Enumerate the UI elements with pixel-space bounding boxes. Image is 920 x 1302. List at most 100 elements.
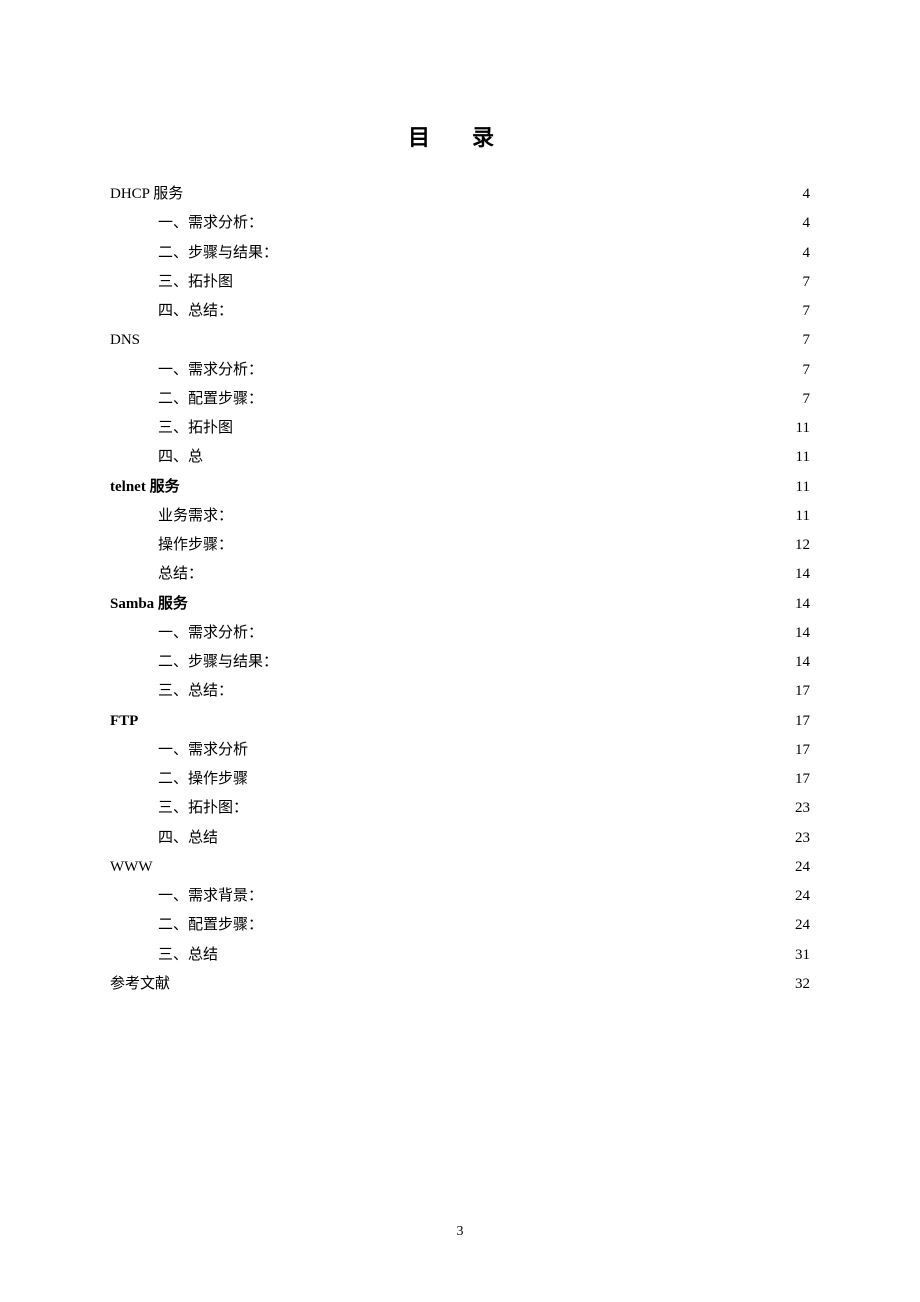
toc-entry-label: 一、需求背景： <box>158 882 263 911</box>
toc-entry-label: 业务需求： <box>158 502 233 531</box>
toc-leader-dots <box>205 563 793 578</box>
toc-entry-label: 三、拓扑图： <box>158 794 248 823</box>
toc-entry-label: 操作步骤： <box>158 531 233 560</box>
toc-leader-dots <box>172 973 793 988</box>
toc-leader-dots <box>265 359 800 374</box>
toc-entry-label: 一、需求分析： <box>158 209 263 238</box>
toc-entry-page: 4 <box>803 209 811 238</box>
toc-leader-dots <box>235 534 793 549</box>
toc-entry-label: 一、需求分析： <box>158 356 263 385</box>
toc-leader-dots <box>190 593 793 608</box>
toc-leader-dots <box>265 212 800 227</box>
toc-leader-dots <box>250 797 793 812</box>
toc-title: 目 录 <box>110 120 810 152</box>
document-page: 目 录 DHCP 服务4一、需求分析：4二、步骤与结果：4三、拓扑图7四、总结：… <box>0 0 920 1302</box>
toc-entry-page: 24 <box>795 853 810 882</box>
toc-entry-label: 三、拓扑图 <box>158 414 233 443</box>
toc-entry: 参考文献 32 <box>110 970 810 999</box>
toc-entry-page: 24 <box>795 911 810 940</box>
toc-entry: 二、操作步骤17 <box>110 765 810 794</box>
toc-entry-label: 总结： <box>158 560 203 589</box>
toc-entry-label: telnet 服务 <box>110 473 180 502</box>
toc-entry-label: 二、步骤与结果： <box>158 239 278 268</box>
toc-entry: WWW 24 <box>110 853 810 882</box>
toc-entry-page: 14 <box>795 560 810 589</box>
toc-entry: 一、需求背景： 24 <box>110 882 810 911</box>
toc-list: DHCP 服务4一、需求分析：4二、步骤与结果：4三、拓扑图7四、总结：7DNS… <box>110 180 810 999</box>
toc-leader-dots <box>235 271 800 286</box>
toc-entry: 二、步骤与结果： 4 <box>110 239 810 268</box>
toc-entry: 操作步骤： 12 <box>110 531 810 560</box>
toc-entry-label: 三、拓扑图 <box>158 268 233 297</box>
toc-entry-label: 四、总结： <box>158 297 233 326</box>
toc-entry-label: WWW <box>110 853 152 882</box>
toc-entry-page: 23 <box>795 794 810 823</box>
toc-leader-dots <box>250 768 793 783</box>
toc-entry: 一、需求分析17 <box>110 736 810 765</box>
toc-leader-dots <box>235 505 794 520</box>
toc-entry-page: 11 <box>796 473 810 502</box>
toc-entry: 四、总结：7 <box>110 297 810 326</box>
toc-entry: 三、总结： 17 <box>110 677 810 706</box>
toc-leader-dots <box>265 388 800 403</box>
toc-entry-page: 7 <box>803 356 811 385</box>
toc-entry: 四、总结 23 <box>110 824 810 853</box>
toc-leader-dots <box>250 739 793 754</box>
toc-entry-page: 14 <box>795 590 810 619</box>
toc-entry-label: 四、总 <box>158 443 203 472</box>
toc-entry-page: 11 <box>796 414 810 443</box>
toc-leader-dots <box>142 329 800 344</box>
toc-entry: 三、拓扑图7 <box>110 268 810 297</box>
toc-entry: 一、需求分析： 4 <box>110 209 810 238</box>
toc-leader-dots <box>185 183 800 198</box>
toc-entry-page: 7 <box>803 385 811 414</box>
toc-leader-dots <box>140 710 793 725</box>
toc-entry-label: 二、配置步骤： <box>158 385 263 414</box>
toc-entry: 四、总 11 <box>110 443 810 472</box>
toc-leader-dots <box>235 300 800 315</box>
toc-entry-page: 11 <box>796 502 810 531</box>
toc-entry-label: 一、需求分析： <box>158 619 263 648</box>
toc-entry-page: 17 <box>795 677 810 706</box>
toc-entry: 一、需求分析： 14 <box>110 619 810 648</box>
page-number: 3 <box>0 1224 920 1240</box>
toc-entry-page: 17 <box>795 736 810 765</box>
toc-leader-dots <box>235 680 793 695</box>
toc-entry: 业务需求： 11 <box>110 502 810 531</box>
toc-entry-page: 14 <box>795 619 810 648</box>
toc-entry-page: 17 <box>795 707 810 736</box>
toc-leader-dots <box>280 242 800 257</box>
toc-entry-page: 7 <box>803 326 811 355</box>
toc-leader-dots <box>220 944 793 959</box>
toc-leader-dots <box>182 476 794 491</box>
toc-entry: 三、拓扑图： 23 <box>110 794 810 823</box>
toc-entry-label: 参考文献 <box>110 970 170 999</box>
toc-entry-page: 12 <box>795 531 810 560</box>
toc-entry-label: 三、总结： <box>158 677 233 706</box>
toc-entry: 一、需求分析： 7 <box>110 356 810 385</box>
toc-entry-label: 二、配置步骤： <box>158 911 263 940</box>
toc-entry-label: DHCP 服务 <box>110 180 183 209</box>
toc-entry-label: DNS <box>110 326 140 355</box>
toc-entry-label: 二、步骤与结果： <box>158 648 278 677</box>
toc-leader-dots <box>280 651 793 666</box>
toc-entry-page: 31 <box>795 941 810 970</box>
toc-leader-dots <box>154 856 793 871</box>
toc-leader-dots <box>205 446 794 461</box>
toc-entry: FTP 17 <box>110 707 810 736</box>
toc-entry-label: 四、总结 <box>158 824 218 853</box>
toc-entry: 总结： 14 <box>110 560 810 589</box>
toc-entry: 三、拓扑图 11 <box>110 414 810 443</box>
toc-entry-page: 23 <box>795 824 810 853</box>
toc-entry-page: 32 <box>795 970 810 999</box>
toc-leader-dots <box>265 914 793 929</box>
toc-entry-label: FTP <box>110 707 138 736</box>
toc-entry: 二、配置步骤： 7 <box>110 385 810 414</box>
toc-entry: Samba 服务14 <box>110 590 810 619</box>
toc-entry-page: 14 <box>795 648 810 677</box>
toc-entry-page: 4 <box>803 239 811 268</box>
toc-entry: telnet 服务 11 <box>110 473 810 502</box>
toc-entry-page: 4 <box>803 180 811 209</box>
toc-entry-page: 11 <box>796 443 810 472</box>
toc-entry-page: 24 <box>795 882 810 911</box>
